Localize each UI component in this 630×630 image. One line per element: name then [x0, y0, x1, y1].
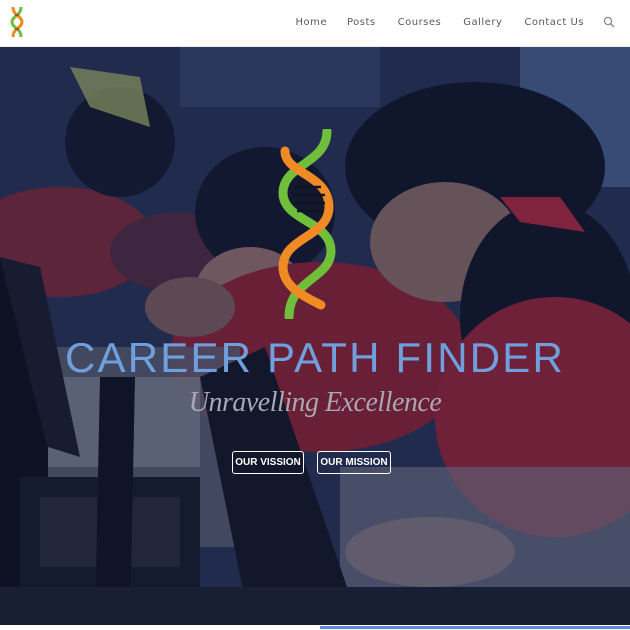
hero-section: CAREER PATH FINDER Unravelling Excellenc…	[0, 47, 630, 625]
top-navbar: Home Posts Courses Gallery Contact Us	[0, 0, 630, 47]
brand-logo-icon[interactable]	[8, 6, 26, 38]
hero-title: CAREER PATH FINDER	[64, 334, 566, 381]
hero-tagline: Unravelling Excellence	[188, 387, 442, 418]
nav-item-gallery[interactable]: Gallery	[463, 17, 502, 28]
our-vision-button[interactable]: OUR VISSION	[232, 451, 304, 474]
nav-item-courses[interactable]: Courses	[398, 17, 442, 28]
our-mission-button[interactable]: OUR MISSION	[317, 451, 391, 474]
main-nav: Home Posts Courses Gallery Contact Us	[295, 0, 630, 44]
nav-item-contact-us[interactable]: Contact Us	[524, 17, 584, 28]
dna-helix-logo-icon	[278, 129, 336, 319]
search-icon[interactable]	[603, 16, 615, 28]
nav-item-posts[interactable]: Posts	[347, 17, 376, 28]
nav-item-home[interactable]: Home	[295, 17, 327, 28]
section-accent-line	[320, 626, 630, 629]
